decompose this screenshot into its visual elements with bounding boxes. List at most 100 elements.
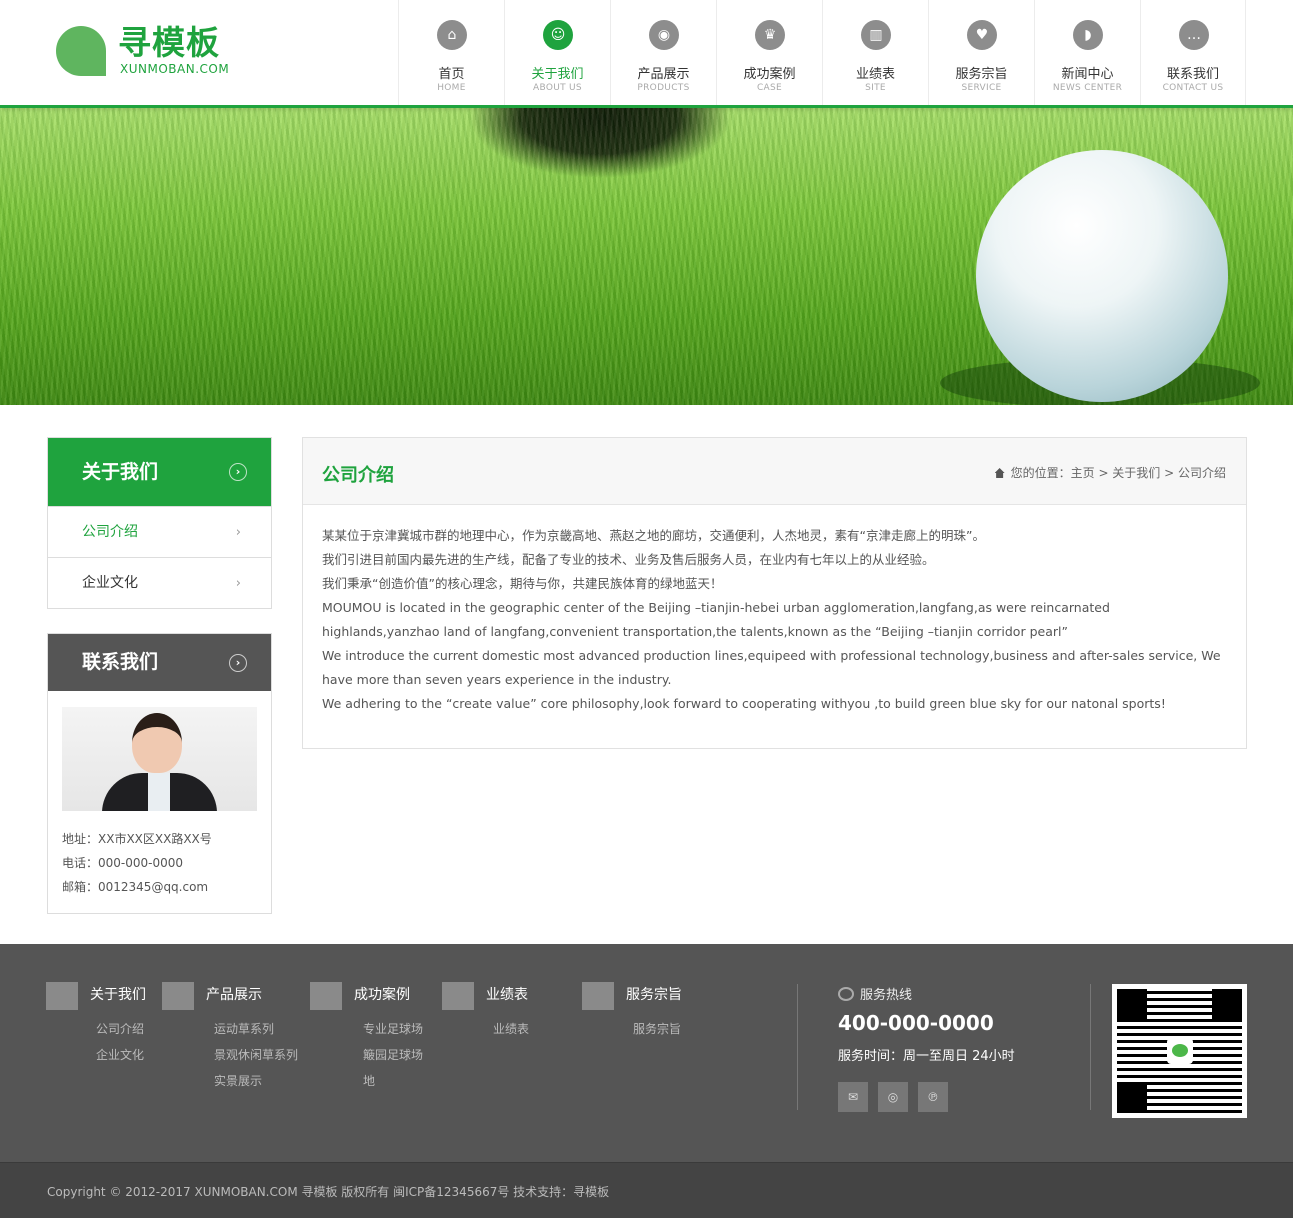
nav-label: 首页 (438, 67, 465, 82)
nav-label: 业绩表 (855, 67, 895, 82)
footer-link[interactable]: 地 (354, 1068, 423, 1094)
contact-info: 地址：XX市XX区XX路XX号 电话：000-000-0000 邮箱：00123… (62, 827, 212, 899)
footer-link[interactable]: 公司介绍 (90, 1016, 146, 1042)
golf-ball-image (976, 150, 1228, 402)
sidebar-item-label: 企业文化 (82, 575, 138, 591)
people-icon: ☺ (543, 20, 573, 50)
books-icon (442, 982, 474, 1010)
nav-item-products[interactable]: ◉ 产品展示 PRODUCTS (610, 0, 716, 105)
site-logo[interactable]: 寻模板 XUNMOBAN.COM (56, 24, 256, 80)
circle-arrow-right-icon: › (229, 463, 247, 481)
rss-icon: ◗ (1073, 20, 1103, 50)
chat-bubble-icon (838, 987, 854, 1001)
footer-column-links: 服务宗旨 (626, 1016, 682, 1042)
article-paragraph: MOUMOU is located in the geographic cent… (322, 600, 1110, 639)
sidebar-contact-box: 联系我们 › 地址：XX市XX区XX路XX号 电话：000-000-0000 邮… (47, 633, 272, 914)
hotline-label: 服务热线 (860, 988, 913, 1003)
nav-item-contact-us[interactable]: … 联系我们 CONTACT US (1140, 0, 1246, 105)
content-header: 公司介绍 您的位置：主页 > 关于我们 > 公司介绍 (303, 438, 1246, 505)
footer-column-title[interactable]: 关于我们 (90, 984, 146, 1006)
logo-speech-bubble-icon (56, 26, 106, 76)
footer-column-links: 专业足球场 簸园足球场地 (354, 1016, 423, 1094)
eye-icon: ◉ (649, 20, 679, 50)
tree-icon (582, 982, 614, 1010)
hotline-block: 服务热线 400-000-0000 服务时间：周一至周日 24小时 (838, 984, 1015, 1064)
nav-label: 产品展示 (637, 67, 690, 82)
footer-column: 服务宗旨 服务宗旨 (582, 982, 682, 1042)
home-icon (994, 468, 1005, 478)
article-paragraph: 某某位于京津冀城市群的地理中心，作为京畿高地、燕赵之地的廊坊，交通便利，人杰地灵… (322, 528, 985, 543)
footer-link[interactable]: 实景展示 (206, 1068, 298, 1094)
footer-column-links: 运动草系列 景观休闲草系列 实景展示 (206, 1016, 298, 1094)
nav-item-case[interactable]: ♛ 成功案例 CASE (716, 0, 822, 105)
footer-divider (797, 984, 798, 1110)
nav-label: 联系我们 (1166, 67, 1219, 82)
wechat-icon[interactable]: ✉ (838, 1082, 868, 1112)
article-paragraph: 我们引进目前国内最先进的生产线，配备了专业的技术、业务及售后服务人员，在业内有七… (322, 552, 935, 567)
footer-column-title[interactable]: 产品展示 (206, 984, 298, 1006)
copyright-text: Copyright © 2012-2017 XUNMOBAN.COM 寻模板 版… (47, 1185, 610, 1199)
nav-item-home[interactable]: ⌂ 首页 HOME (398, 0, 504, 105)
social-links: ✉ ◎ ℗ (838, 1082, 948, 1112)
hotline-number: 400-000-0000 (838, 1011, 994, 1035)
footer-column-links: 公司介绍 企业文化 (90, 1016, 146, 1068)
nav-item-about-us[interactable]: ☺ 关于我们 ABOUT US (504, 0, 610, 105)
photo-figure-head (132, 713, 182, 773)
main-content: 公司介绍 您的位置：主页 > 关于我们 > 公司介绍 某某位于京津冀城市群的地理… (302, 437, 1247, 749)
main-nav: ⌂ 首页 HOME ☺ 关于我们 ABOUT US ◉ 产品展示 PRODUCTS ♛ 成功案例 CA… (398, 0, 1246, 105)
people-group-icon (46, 982, 78, 1010)
nav-sublabel: NEWS CENTER (1052, 83, 1123, 93)
chevron-right-icon: › (235, 576, 241, 591)
weibo-icon[interactable]: ◎ (878, 1082, 908, 1112)
nav-label: 成功案例 (743, 67, 796, 82)
tencent-weibo-icon[interactable]: ℗ (918, 1082, 948, 1112)
footer-divider (1090, 984, 1091, 1110)
hero-banner (0, 108, 1293, 405)
footer-link[interactable]: 运动草系列 (206, 1016, 298, 1042)
nav-sublabel: PRODUCTS (637, 83, 690, 93)
footer-column-links: 业绩表 (486, 1016, 529, 1042)
nav-sublabel: SERVICE (961, 83, 1002, 93)
sidebar-about-box: 关于我们 › 公司介绍 › 企业文化 › (47, 437, 272, 609)
wechat-logo-icon (1166, 1038, 1193, 1064)
nav-item-site[interactable]: ▥ 业绩表 SITE (822, 0, 928, 105)
nav-item-service[interactable]: ♥ 服务宗旨 SERVICE (928, 0, 1034, 105)
chevron-right-icon: › (235, 525, 241, 540)
sidebar-item-company-intro[interactable]: 公司介绍 › (48, 506, 271, 557)
footer-link[interactable]: 专业足球场 (354, 1016, 423, 1042)
footer-link[interactable]: 服务宗旨 (626, 1016, 682, 1042)
photo-figure-shirt (148, 773, 170, 811)
footer-link[interactable]: 簸园足球场 (354, 1042, 423, 1068)
footer-column-title[interactable]: 成功案例 (354, 984, 423, 1006)
sidebar-contact-header: 联系我们 › (48, 634, 271, 691)
article-paragraph: 我们秉承“创造价值”的核心理念，期待与你，共建民族体育的绿地蓝天！ (322, 576, 723, 591)
sidebar-about-header: 关于我们 › (48, 438, 271, 506)
qr-pattern (1117, 989, 1242, 1113)
nav-sublabel: HOME (437, 83, 466, 93)
hotline-label-row: 服务热线 (838, 984, 1015, 1003)
footer-column-title[interactable]: 服务宗旨 (626, 984, 682, 1006)
nav-label: 关于我们 (531, 67, 584, 82)
breadcrumb[interactable]: 您的位置：主页 > 关于我们 > 公司介绍 (994, 464, 1226, 481)
footer-column: 成功案例专业足球场 簸园足球场地 (310, 982, 423, 1094)
footer-link[interactable]: 业绩表 (486, 1016, 529, 1042)
pointer-hand-icon (162, 982, 194, 1010)
footer-column-title[interactable]: 业绩表 (486, 984, 529, 1006)
crown-icon: ♛ (755, 20, 785, 50)
copyright-bar: Copyright © 2012-2017 XUNMOBAN.COM 寻模板 版… (0, 1162, 1293, 1218)
nav-item-news-center[interactable]: ◗ 新闻中心 NEWS CENTER (1034, 0, 1140, 105)
newspaper-icon (310, 982, 342, 1010)
nav-sublabel: CASE (756, 83, 783, 93)
footer-column: 业绩表 业绩表 (442, 982, 529, 1042)
sidebar-contact-title: 联系我们 (82, 651, 159, 673)
nav-label: 服务宗旨 (955, 67, 1008, 82)
service-hours: 服务时间：周一至周日 24小时 (838, 1049, 1015, 1064)
customer-service-photo (62, 707, 257, 811)
sidebar-item-corporate-culture[interactable]: 企业文化 › (48, 557, 271, 608)
circle-arrow-right-icon: › (229, 653, 247, 672)
nav-sublabel: CONTACT US (1162, 83, 1224, 93)
footer-link[interactable]: 景观休闲草系列 (206, 1042, 298, 1068)
footer-link[interactable]: 企业文化 (90, 1042, 146, 1068)
article-body: 某某位于京津冀城市群的地理中心，作为京畿高地、燕赵之地的廊坊，交通便利，人杰地灵… (322, 524, 1222, 716)
heart-hands-icon: ♥ (967, 20, 997, 50)
